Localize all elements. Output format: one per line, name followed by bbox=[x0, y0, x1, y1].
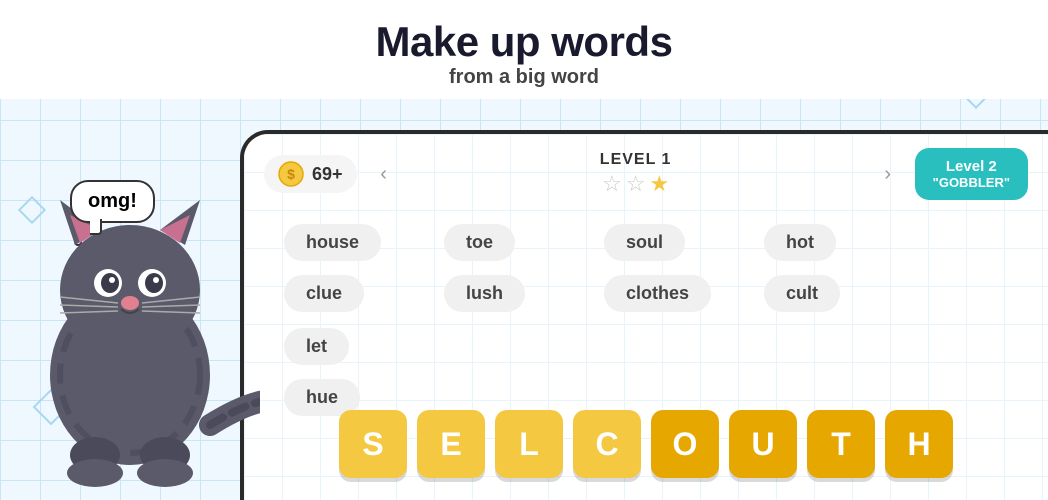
tile-C[interactable]: C bbox=[573, 410, 641, 478]
word-cult[interactable]: cult bbox=[764, 275, 840, 312]
word-col-1: house clue bbox=[284, 224, 444, 312]
game-area: $ 69+ ‹ LEVEL 1 ☆ ☆ ★ › Level 2 "GOBBLER… bbox=[240, 130, 1048, 500]
cat-area: omg! bbox=[0, 130, 260, 500]
tile-E[interactable]: E bbox=[417, 410, 485, 478]
tile-L[interactable]: L bbox=[495, 410, 563, 478]
words-section: house clue toe lush soul clothes hot cul… bbox=[244, 214, 1048, 426]
word-lush[interactable]: lush bbox=[444, 275, 525, 312]
next-level-name: "GOBBLER" bbox=[933, 175, 1010, 190]
next-level-label: Level 2 bbox=[933, 158, 1010, 175]
word-clue[interactable]: clue bbox=[284, 275, 364, 312]
word-col-4: hot cult bbox=[764, 224, 924, 312]
header: Make up words from a big word bbox=[0, 0, 1048, 99]
word-hot[interactable]: hot bbox=[764, 224, 836, 261]
coin-amount: 69+ bbox=[312, 164, 343, 185]
tile-T[interactable]: T bbox=[807, 410, 875, 478]
word-col-3: soul clothes bbox=[604, 224, 764, 312]
coin-icon: $ bbox=[278, 161, 304, 187]
word-clothes[interactable]: clothes bbox=[604, 275, 711, 312]
word-let[interactable]: let bbox=[284, 328, 349, 365]
main-title: Make up words bbox=[0, 18, 1048, 66]
tile-S[interactable]: S bbox=[339, 410, 407, 478]
star-1: ☆ bbox=[602, 171, 622, 197]
next-level-button[interactable]: Level 2 "GOBBLER" bbox=[915, 148, 1028, 200]
star-3: ★ bbox=[649, 171, 669, 197]
star-2: ☆ bbox=[626, 171, 646, 197]
tile-U[interactable]: U bbox=[729, 410, 797, 478]
coin-area: $ 69+ bbox=[264, 155, 357, 193]
word-toe[interactable]: toe bbox=[444, 224, 515, 261]
tile-H[interactable]: H bbox=[885, 410, 953, 478]
tiles-row: S E L C O U T H bbox=[339, 410, 953, 478]
word-col-2: toe lush bbox=[444, 224, 604, 312]
prev-level-arrow[interactable]: ‹ bbox=[369, 159, 399, 189]
level-label: LEVEL 1 bbox=[411, 151, 861, 169]
svg-text:$: $ bbox=[287, 166, 295, 182]
game-topbar: $ 69+ ‹ LEVEL 1 ☆ ☆ ★ › Level 2 "GOBBLER… bbox=[244, 134, 1048, 214]
word-house[interactable]: house bbox=[284, 224, 381, 261]
stars-row: ☆ ☆ ★ bbox=[411, 171, 861, 197]
next-level-arrow[interactable]: › bbox=[873, 159, 903, 189]
word-soul[interactable]: soul bbox=[604, 224, 685, 261]
tile-O[interactable]: O bbox=[651, 410, 719, 478]
sub-title: from a big word bbox=[0, 66, 1048, 89]
word-col-5: let hue bbox=[284, 328, 444, 416]
speech-bubble: omg! bbox=[70, 180, 155, 223]
bubble-text: omg! bbox=[88, 190, 137, 212]
level-center: LEVEL 1 ☆ ☆ ★ bbox=[411, 151, 861, 197]
